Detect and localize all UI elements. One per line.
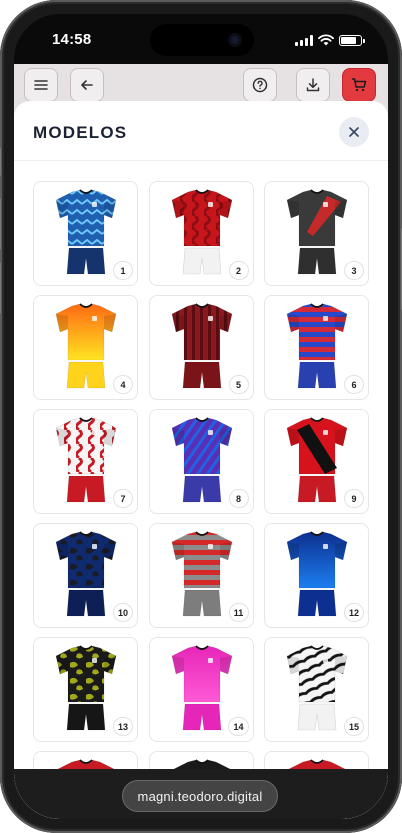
camera-icon	[228, 33, 242, 47]
wifi-icon	[318, 34, 334, 46]
status-bar: 14:58	[14, 14, 388, 64]
browser-bottom-bar: magni.teodoro.digital	[14, 769, 388, 819]
model-card[interactable]: 14	[148, 637, 254, 742]
status-time: 14:58	[52, 31, 92, 48]
jersey-kit-image	[55, 417, 117, 503]
phone-frame: 14:58 MODELOS 1 2 3 4 5 6 7 8 9 10 11 12…	[0, 0, 402, 833]
model-card[interactable]: 8	[148, 409, 254, 514]
jersey-kit-image	[286, 189, 348, 275]
hamburger-icon	[34, 80, 48, 90]
model-number-badge: 8	[229, 490, 248, 507]
model-number-badge: 7	[114, 490, 132, 507]
model-number-badge: 13	[113, 718, 132, 735]
volume-down-button	[0, 262, 1, 314]
model-number-badge: 1	[114, 262, 132, 279]
action-button	[0, 148, 1, 176]
close-icon	[349, 127, 359, 137]
model-card[interactable]: 7	[33, 409, 138, 514]
jersey-kit-image	[286, 303, 348, 389]
help-button[interactable]	[243, 68, 277, 102]
model-card[interactable]: 9	[264, 409, 369, 514]
model-card[interactable]: 13	[33, 637, 138, 742]
back-button[interactable]	[70, 68, 104, 102]
model-number-badge: 9	[345, 490, 363, 507]
signal-icon	[295, 34, 313, 46]
model-card[interactable]: 1	[33, 181, 138, 286]
jersey-kit-image	[55, 645, 117, 731]
models-sheet: MODELOS 1 2 3 4 5 6 7 8 9 10 11 12 13 14…	[14, 101, 388, 819]
jersey-kit-image	[286, 645, 348, 731]
model-card[interactable]: 15	[264, 637, 369, 742]
jersey-kit-image	[55, 531, 117, 617]
model-number-badge: 4	[114, 376, 132, 393]
jersey-kit-image	[286, 417, 348, 503]
jersey-kit-image	[171, 189, 232, 275]
model-number-badge: 2	[229, 262, 248, 279]
model-number-badge: 6	[345, 376, 363, 393]
model-card[interactable]: 4	[33, 295, 138, 400]
model-number-badge: 3	[345, 262, 363, 279]
screen: 14:58 MODELOS 1 2 3 4 5 6 7 8 9 10 11 12…	[14, 14, 388, 819]
model-card[interactable]: 5	[148, 295, 254, 400]
arrow-left-icon	[81, 80, 93, 90]
url-pill[interactable]: magni.teodoro.digital	[122, 780, 278, 812]
model-number-badge: 14	[229, 718, 248, 735]
close-button[interactable]	[339, 117, 369, 147]
model-card[interactable]: 10	[33, 523, 138, 628]
app-view: MODELOS 1 2 3 4 5 6 7 8 9 10 11 12 13 14…	[14, 64, 388, 819]
model-card[interactable]: 6	[264, 295, 369, 400]
model-card[interactable]: 2	[148, 181, 254, 286]
jersey-kit-image	[171, 531, 232, 617]
model-card[interactable]: 12	[264, 523, 369, 628]
model-number-badge: 12	[344, 604, 363, 621]
status-icons	[295, 34, 365, 46]
jersey-kit-image	[171, 645, 232, 731]
sheet-header: MODELOS	[14, 101, 388, 161]
download-button[interactable]	[296, 68, 330, 102]
jersey-kit-image	[55, 189, 117, 275]
dynamic-island	[150, 24, 254, 56]
model-number-badge: 10	[113, 604, 132, 621]
cart-button[interactable]	[342, 68, 376, 102]
model-card[interactable]: 3	[264, 181, 369, 286]
cart-icon	[351, 78, 367, 92]
volume-up-button	[0, 198, 1, 250]
jersey-kit-image	[171, 303, 232, 389]
menu-button[interactable]	[24, 68, 58, 102]
jersey-kit-image	[171, 417, 232, 503]
download-icon	[306, 78, 320, 92]
model-card[interactable]: 11	[148, 523, 254, 628]
sheet-title: MODELOS	[33, 123, 128, 142]
question-circle-icon	[252, 77, 268, 93]
model-number-badge: 11	[229, 604, 248, 621]
jersey-kit-image	[55, 303, 117, 389]
models-grid: 1 2 3 4 5 6 7 8 9 10 11 12 13 14 15	[33, 181, 369, 819]
model-number-badge: 15	[344, 718, 363, 735]
jersey-kit-image	[286, 531, 348, 617]
model-number-badge: 5	[229, 376, 248, 393]
battery-icon	[339, 34, 365, 46]
